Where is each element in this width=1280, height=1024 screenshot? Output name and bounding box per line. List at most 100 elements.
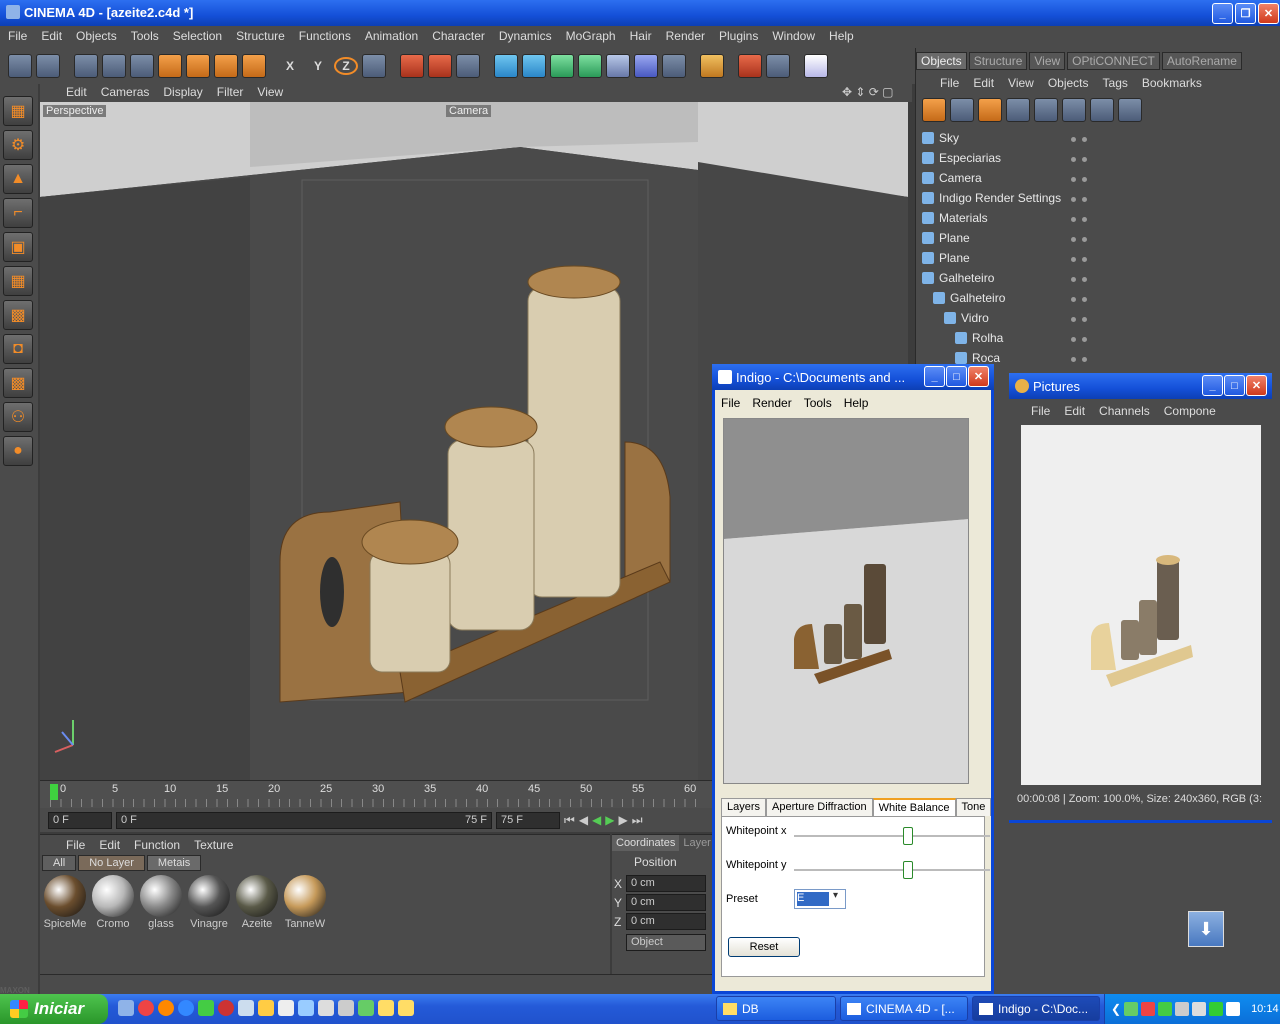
object-visibility-dots[interactable] xyxy=(1068,291,1098,305)
timeline[interactable]: 0 5 10 15 20 25 30 35 40 45 50 55 60 xyxy=(40,780,712,808)
object-visibility-dots[interactable] xyxy=(1068,331,1098,345)
spline-icon[interactable] xyxy=(522,54,546,78)
material-tab[interactable]: No Layer xyxy=(78,855,145,871)
quick-launch-icon-2[interactable] xyxy=(138,1000,154,1016)
quick-launch-icon-10[interactable] xyxy=(298,1000,314,1016)
object-tree-row[interactable]: Plane xyxy=(922,248,1280,268)
objects-menu-item[interactable]: Objects xyxy=(1048,76,1089,90)
object-visibility-dots[interactable] xyxy=(1068,131,1098,145)
taskbar-button[interactable]: DB xyxy=(716,996,836,1021)
live-selection-icon[interactable] xyxy=(130,54,154,78)
object-tree-row[interactable]: Especiarias xyxy=(922,148,1280,168)
render-view-icon[interactable] xyxy=(400,54,424,78)
coordinate-system-icon[interactable] xyxy=(362,54,386,78)
firefox-icon[interactable] xyxy=(158,1000,174,1016)
object-name[interactable]: Galheteiro xyxy=(950,291,1005,305)
tray-icon-6[interactable] xyxy=(1209,1002,1224,1016)
taskbar-button[interactable]: CINEMA 4D - [... xyxy=(840,996,968,1021)
indigo-tab[interactable]: Tone xyxy=(955,798,992,816)
end-frame-field[interactable]: 75 F xyxy=(496,811,560,829)
whitepoint-x-slider[interactable] xyxy=(794,827,990,845)
object-tool-icon-3[interactable] xyxy=(978,98,1002,122)
tray-icon-2[interactable] xyxy=(1141,1002,1156,1016)
main-menu-item[interactable]: Window xyxy=(772,29,815,43)
object-tool-icon-1[interactable] xyxy=(922,98,946,122)
uv-polygons-icon[interactable]: ▩ xyxy=(3,300,33,330)
material-item[interactable]: Cromo xyxy=(90,873,136,933)
object-name[interactable]: Sky xyxy=(939,131,959,145)
object-tool-icon-5[interactable] xyxy=(1034,98,1058,122)
main-menu-item[interactable]: Help xyxy=(829,29,854,43)
z-axis-button[interactable]: Z xyxy=(334,57,358,75)
main-menu-item[interactable]: Animation xyxy=(365,29,418,43)
quick-launch-icon-14[interactable] xyxy=(378,1000,394,1016)
object-visibility-dots[interactable] xyxy=(1068,211,1098,225)
object-visibility-dots[interactable] xyxy=(1068,231,1098,245)
object-name[interactable]: Camera xyxy=(939,171,982,185)
main-menu-item[interactable]: Dynamics xyxy=(499,29,552,43)
object-tool-icon-6[interactable] xyxy=(1062,98,1086,122)
pictures-menu-item[interactable]: Channels xyxy=(1099,404,1150,418)
quick-launch-icon-5[interactable] xyxy=(198,1000,214,1016)
material-tab[interactable]: Metais xyxy=(146,855,202,871)
close-button[interactable]: ✕ xyxy=(1258,3,1279,24)
object-name[interactable]: Roca xyxy=(972,351,1000,365)
reset-button[interactable]: Reset xyxy=(728,937,800,957)
object-name[interactable]: Plane xyxy=(939,251,970,265)
material-item[interactable]: TanneW xyxy=(282,873,328,933)
object-tree-row[interactable]: Materials xyxy=(922,208,1280,228)
main-menu-item[interactable]: Objects xyxy=(76,29,117,43)
quick-launch-icon-11[interactable] xyxy=(318,1000,334,1016)
main-menu-item[interactable]: MoGraph xyxy=(566,29,616,43)
quick-launch-icon-1[interactable] xyxy=(118,1000,134,1016)
object-visibility-dots[interactable] xyxy=(1068,191,1098,205)
material-item[interactable]: Azeite xyxy=(234,873,280,933)
objects-menu-item[interactable]: Edit xyxy=(973,76,994,90)
main-menu-item[interactable]: Character xyxy=(432,29,485,43)
object-tree-row[interactable]: Sky xyxy=(922,128,1280,148)
x-axis-button[interactable]: X xyxy=(278,59,302,73)
object-tree-row[interactable]: Camera xyxy=(922,168,1280,188)
play-backward-icon[interactable]: ◀ xyxy=(592,813,601,827)
restore-button[interactable]: ❐ xyxy=(1235,3,1256,24)
indigo-render-icon[interactable] xyxy=(738,54,762,78)
scene-icon[interactable] xyxy=(634,54,658,78)
timeline-playhead[interactable] xyxy=(50,784,58,800)
new-scene-icon[interactable] xyxy=(8,54,32,78)
y-axis-button[interactable]: Y xyxy=(306,59,330,73)
coordinate-input[interactable]: 0 cm xyxy=(626,913,706,930)
whitepoint-y-slider[interactable] xyxy=(794,861,990,879)
material-menu-item[interactable]: Texture xyxy=(194,838,233,852)
preset-select[interactable]: E ▾ xyxy=(794,889,846,909)
object-tree-row[interactable]: Vidro xyxy=(922,308,1280,328)
object-visibility-dots[interactable] xyxy=(1068,311,1098,325)
objects-menu-item[interactable]: Bookmarks xyxy=(1142,76,1202,90)
coordinate-mode-select[interactable]: Object xyxy=(626,934,706,951)
coordinates-tab[interactable]: Coordinates xyxy=(612,835,680,851)
indigo-close-button[interactable]: ✕ xyxy=(968,366,989,387)
points-mode-icon[interactable]: ▲ xyxy=(3,164,33,194)
main-menu-item[interactable]: Hair xyxy=(630,29,652,43)
object-tree-row[interactable]: Galheteiro xyxy=(922,268,1280,288)
viewport-menu-item[interactable]: Filter xyxy=(217,85,244,99)
weight-icon[interactable]: ● xyxy=(3,436,33,466)
material-item[interactable]: Vinagre xyxy=(186,873,232,933)
main-menu-item[interactable]: Functions xyxy=(299,29,351,43)
object-name[interactable]: Indigo Render Settings xyxy=(939,191,1061,205)
indigo-menu-item[interactable]: Render xyxy=(752,396,791,410)
object-tool-icon-4[interactable] xyxy=(1006,98,1030,122)
object-tool-icon-8[interactable] xyxy=(1118,98,1142,122)
indigo-tab[interactable]: White Balance xyxy=(872,798,956,816)
tray-icon-7[interactable] xyxy=(1226,1002,1241,1016)
main-menu-item[interactable]: Tools xyxy=(131,29,159,43)
go-to-end-icon[interactable]: ⏭ xyxy=(632,813,643,828)
main-menu-item[interactable]: Plugins xyxy=(719,29,758,43)
object-name[interactable]: Materials xyxy=(939,211,988,225)
material-item[interactable]: SpiceMe xyxy=(42,873,88,933)
material-menu-item[interactable]: Edit xyxy=(99,838,120,852)
help-icon[interactable] xyxy=(700,54,724,78)
indigo-menu-item[interactable]: Tools xyxy=(804,396,832,410)
material-item[interactable]: glass xyxy=(138,873,184,933)
object-tool-icon-2[interactable] xyxy=(950,98,974,122)
pictures-close-button[interactable]: ✕ xyxy=(1246,375,1267,396)
